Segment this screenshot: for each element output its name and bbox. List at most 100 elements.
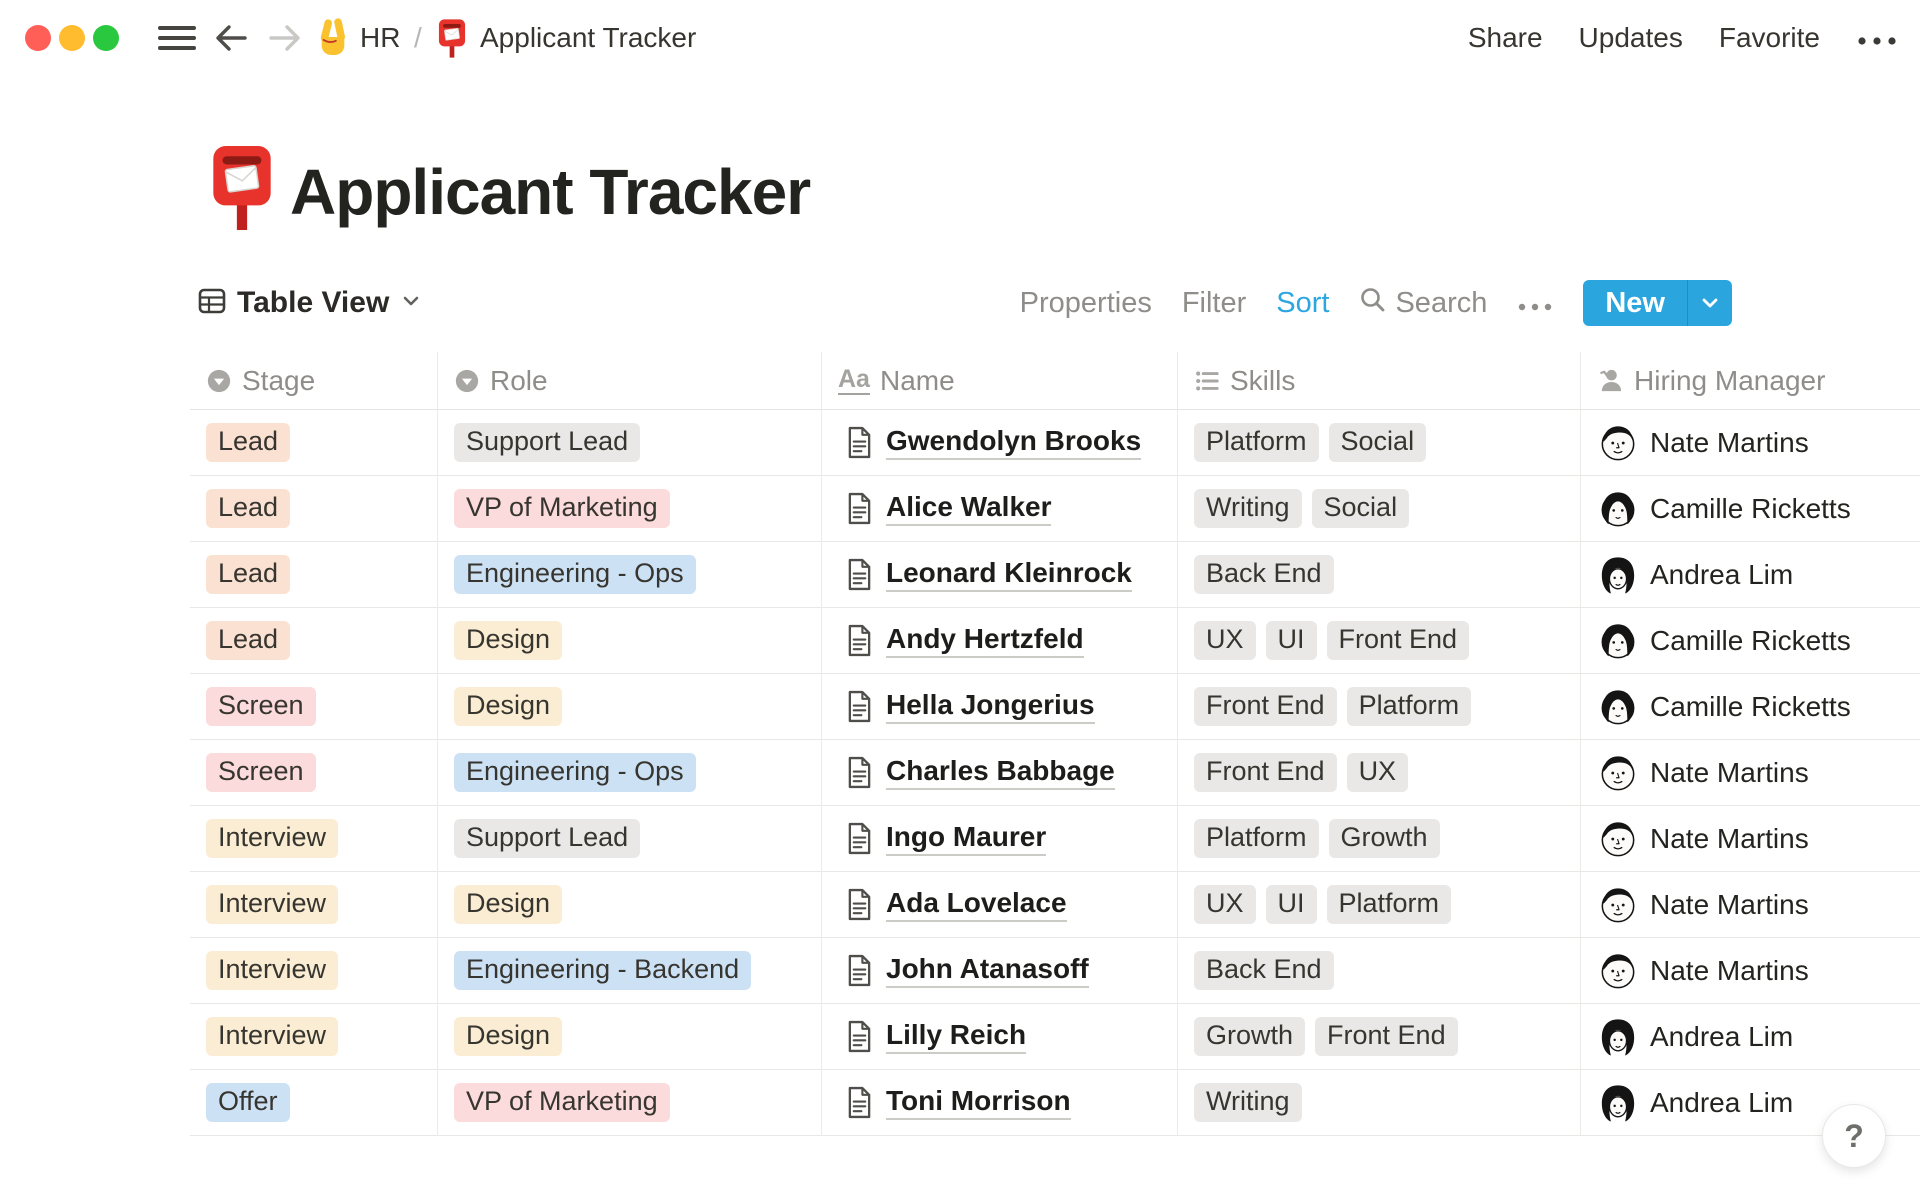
role-cell[interactable]: Design — [438, 872, 822, 938]
table-row: Interview Support Lead Ingo Maurer Platform… — [190, 806, 1920, 872]
skills-cell[interactable]: Back End — [1178, 542, 1581, 608]
stage-cell[interactable]: Interview — [190, 1004, 438, 1070]
new-button-group: New — [1583, 280, 1732, 326]
sidebar-menu-icon[interactable] — [157, 0, 197, 76]
stage-cell[interactable]: Lead — [190, 542, 438, 608]
name-cell[interactable]: Toni Morrison — [822, 1070, 1178, 1136]
new-dropdown-chevron-icon[interactable] — [1687, 280, 1732, 326]
skills-cell[interactable]: Platform Social — [1178, 410, 1581, 476]
back-arrow-icon[interactable] — [212, 0, 250, 76]
role-cell[interactable]: VP of Marketing — [438, 1070, 822, 1136]
skills-cell[interactable]: Growth Front End — [1178, 1004, 1581, 1070]
minimize-window-button[interactable] — [59, 25, 85, 51]
column-header-hiring-manager[interactable]: Hiring Manager — [1581, 352, 1920, 410]
name-cell[interactable]: Gwendolyn Brooks — [822, 410, 1178, 476]
name-cell[interactable]: John Atanasoff — [822, 938, 1178, 1004]
manager-cell[interactable]: Nate Martins — [1581, 872, 1920, 938]
role-cell[interactable]: Support Lead — [438, 410, 822, 476]
manager-cell[interactable]: Nate Martins — [1581, 740, 1920, 806]
page-icon — [846, 822, 873, 855]
stage-cell[interactable]: Interview — [190, 938, 438, 1004]
stage-cell[interactable]: Lead — [190, 608, 438, 674]
new-button[interactable]: New — [1583, 280, 1687, 326]
page-postbox-icon[interactable] — [210, 144, 274, 230]
role-cell[interactable]: Design — [438, 674, 822, 740]
page-link[interactable]: Andy Hertzfeld — [886, 623, 1084, 658]
role-cell[interactable]: Engineering - Ops — [438, 542, 822, 608]
name-cell[interactable]: Ingo Maurer — [822, 806, 1178, 872]
name-cell[interactable]: Leonard Kleinrock — [822, 542, 1178, 608]
nate-martins-avatar — [1599, 886, 1637, 924]
name-cell[interactable]: Lilly Reich — [822, 1004, 1178, 1070]
name-cell[interactable]: Alice Walker — [822, 476, 1178, 542]
skills-cell[interactable]: Writing — [1178, 1070, 1581, 1136]
skills-cell[interactable]: Front End Platform — [1178, 674, 1581, 740]
page-link[interactable]: Lilly Reich — [886, 1019, 1027, 1054]
page-link[interactable]: Leonard Kleinrock — [886, 557, 1132, 592]
toolbar-more-icon[interactable] — [1517, 287, 1553, 320]
manager-cell[interactable]: Nate Martins — [1581, 938, 1920, 1004]
page-link[interactable]: Toni Morrison — [886, 1085, 1071, 1120]
column-header-role[interactable]: Role — [438, 352, 822, 410]
name-cell[interactable]: Charles Babbage — [822, 740, 1178, 806]
role-cell[interactable]: Design — [438, 608, 822, 674]
page-link[interactable]: Alice Walker — [886, 491, 1052, 526]
help-button[interactable]: ? — [1822, 1104, 1886, 1168]
select-icon — [206, 368, 232, 394]
page-link[interactable]: Gwendolyn Brooks — [886, 425, 1142, 460]
stage-cell[interactable]: Lead — [190, 410, 438, 476]
manager-cell[interactable]: Camille Ricketts — [1581, 674, 1920, 740]
role-cell[interactable]: Engineering - Backend — [438, 938, 822, 1004]
breadcrumb-page[interactable]: Applicant Tracker — [480, 0, 696, 76]
name-cell[interactable]: Andy Hertzfeld — [822, 608, 1178, 674]
skills-cell[interactable]: Platform Growth — [1178, 806, 1581, 872]
view-switcher[interactable]: Table View — [198, 272, 422, 334]
properties-button[interactable]: Properties — [1020, 287, 1152, 320]
page-link[interactable]: Ingo Maurer — [886, 821, 1047, 856]
page-title[interactable]: Applicant Tracker — [290, 147, 811, 237]
manager-cell[interactable]: Andrea Lim — [1581, 542, 1920, 608]
skills-cell[interactable]: Back End — [1178, 938, 1581, 1004]
stage-cell[interactable]: Screen — [190, 674, 438, 740]
manager-cell[interactable]: Andrea Lim — [1581, 1004, 1920, 1070]
zoom-window-button[interactable] — [93, 25, 119, 51]
sort-button[interactable]: Sort — [1276, 287, 1329, 320]
close-window-button[interactable] — [25, 25, 51, 51]
skills-cell[interactable]: UX UI Platform — [1178, 872, 1581, 938]
favorite-button[interactable]: Favorite — [1719, 22, 1820, 54]
column-header-name[interactable]: Aa Name — [822, 352, 1178, 410]
updates-button[interactable]: Updates — [1579, 22, 1683, 54]
stage-cell[interactable]: Lead — [190, 476, 438, 542]
column-header-skills[interactable]: Skills — [1178, 352, 1581, 410]
manager-cell[interactable]: Nate Martins — [1581, 806, 1920, 872]
skills-cell[interactable]: UX UI Front End — [1178, 608, 1581, 674]
role-cell[interactable]: Design — [438, 1004, 822, 1070]
page-link[interactable]: Charles Babbage — [886, 755, 1115, 790]
role-cell[interactable]: Support Lead — [438, 806, 822, 872]
role-cell[interactable]: VP of Marketing — [438, 476, 822, 542]
stage-cell[interactable]: Interview — [190, 872, 438, 938]
manager-cell[interactable]: Nate Martins — [1581, 410, 1920, 476]
filter-button[interactable]: Filter — [1182, 287, 1246, 320]
stage-cell[interactable]: Screen — [190, 740, 438, 806]
name-cell[interactable]: Ada Lovelace — [822, 872, 1178, 938]
share-button[interactable]: Share — [1468, 22, 1543, 54]
role-cell[interactable]: Engineering - Ops — [438, 740, 822, 806]
forward-arrow-icon[interactable] — [266, 0, 304, 76]
stage-tag: Offer — [206, 1083, 290, 1122]
page-link[interactable]: Hella Jongerius — [886, 689, 1095, 724]
page-link[interactable]: John Atanasoff — [886, 953, 1089, 988]
more-options-icon[interactable] — [1856, 21, 1898, 55]
skill-tag: Front End — [1326, 621, 1470, 660]
name-cell[interactable]: Hella Jongerius — [822, 674, 1178, 740]
manager-cell[interactable]: Camille Ricketts — [1581, 608, 1920, 674]
skills-cell[interactable]: Writing Social — [1178, 476, 1581, 542]
stage-cell[interactable]: Interview — [190, 806, 438, 872]
manager-cell[interactable]: Camille Ricketts — [1581, 476, 1920, 542]
column-header-stage[interactable]: Stage — [190, 352, 438, 410]
stage-cell[interactable]: Offer — [190, 1070, 438, 1136]
breadcrumb-workspace[interactable]: HR — [360, 0, 400, 76]
page-link[interactable]: Ada Lovelace — [886, 887, 1067, 922]
skills-cell[interactable]: Front End UX — [1178, 740, 1581, 806]
search-button[interactable]: Search — [1359, 286, 1487, 321]
